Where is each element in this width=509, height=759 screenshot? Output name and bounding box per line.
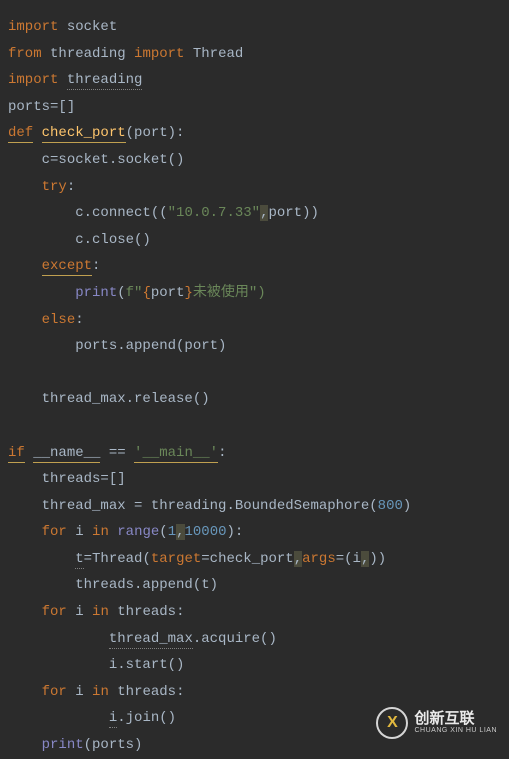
code-line: else:	[8, 307, 501, 334]
code-line: for i in range(1,10000):	[8, 519, 501, 546]
code-line: threads=[]	[8, 466, 501, 493]
code-line: t=Thread(target=check_port,args=(i,))	[8, 546, 501, 573]
code-line: for i in threads:	[8, 679, 501, 706]
code-line: print(f"{port}未被使用")	[8, 280, 501, 307]
code-line: import socket	[8, 14, 501, 41]
code-line: try:	[8, 174, 501, 201]
code-line: ports=[]	[8, 94, 501, 121]
code-line: c.close()	[8, 227, 501, 254]
code-line: import threading	[8, 67, 501, 94]
code-line: def check_port(port):	[8, 120, 501, 147]
code-line: c.connect(("10.0.7.33",port))	[8, 200, 501, 227]
code-line: thread_max = threading.BoundedSemaphore(…	[8, 493, 501, 520]
code-line	[8, 360, 501, 387]
code-line: threads.append(t)	[8, 572, 501, 599]
code-line: i.start()	[8, 652, 501, 679]
code-line: thread_max.acquire()	[8, 626, 501, 653]
code-line: thread_max.release()	[8, 386, 501, 413]
code-line: print(ports)	[8, 732, 501, 759]
code-line: from threading import Thread	[8, 41, 501, 68]
code-line: ports.append(port)	[8, 333, 501, 360]
code-line	[8, 413, 501, 440]
code-line: c=socket.socket()	[8, 147, 501, 174]
code-line: except:	[8, 253, 501, 280]
code-line: if __name__ == '__main__':	[8, 440, 501, 467]
code-line: for i in threads:	[8, 599, 501, 626]
code-line: i.join()	[8, 705, 501, 732]
code-block: import socket from threading import Thre…	[8, 14, 501, 759]
